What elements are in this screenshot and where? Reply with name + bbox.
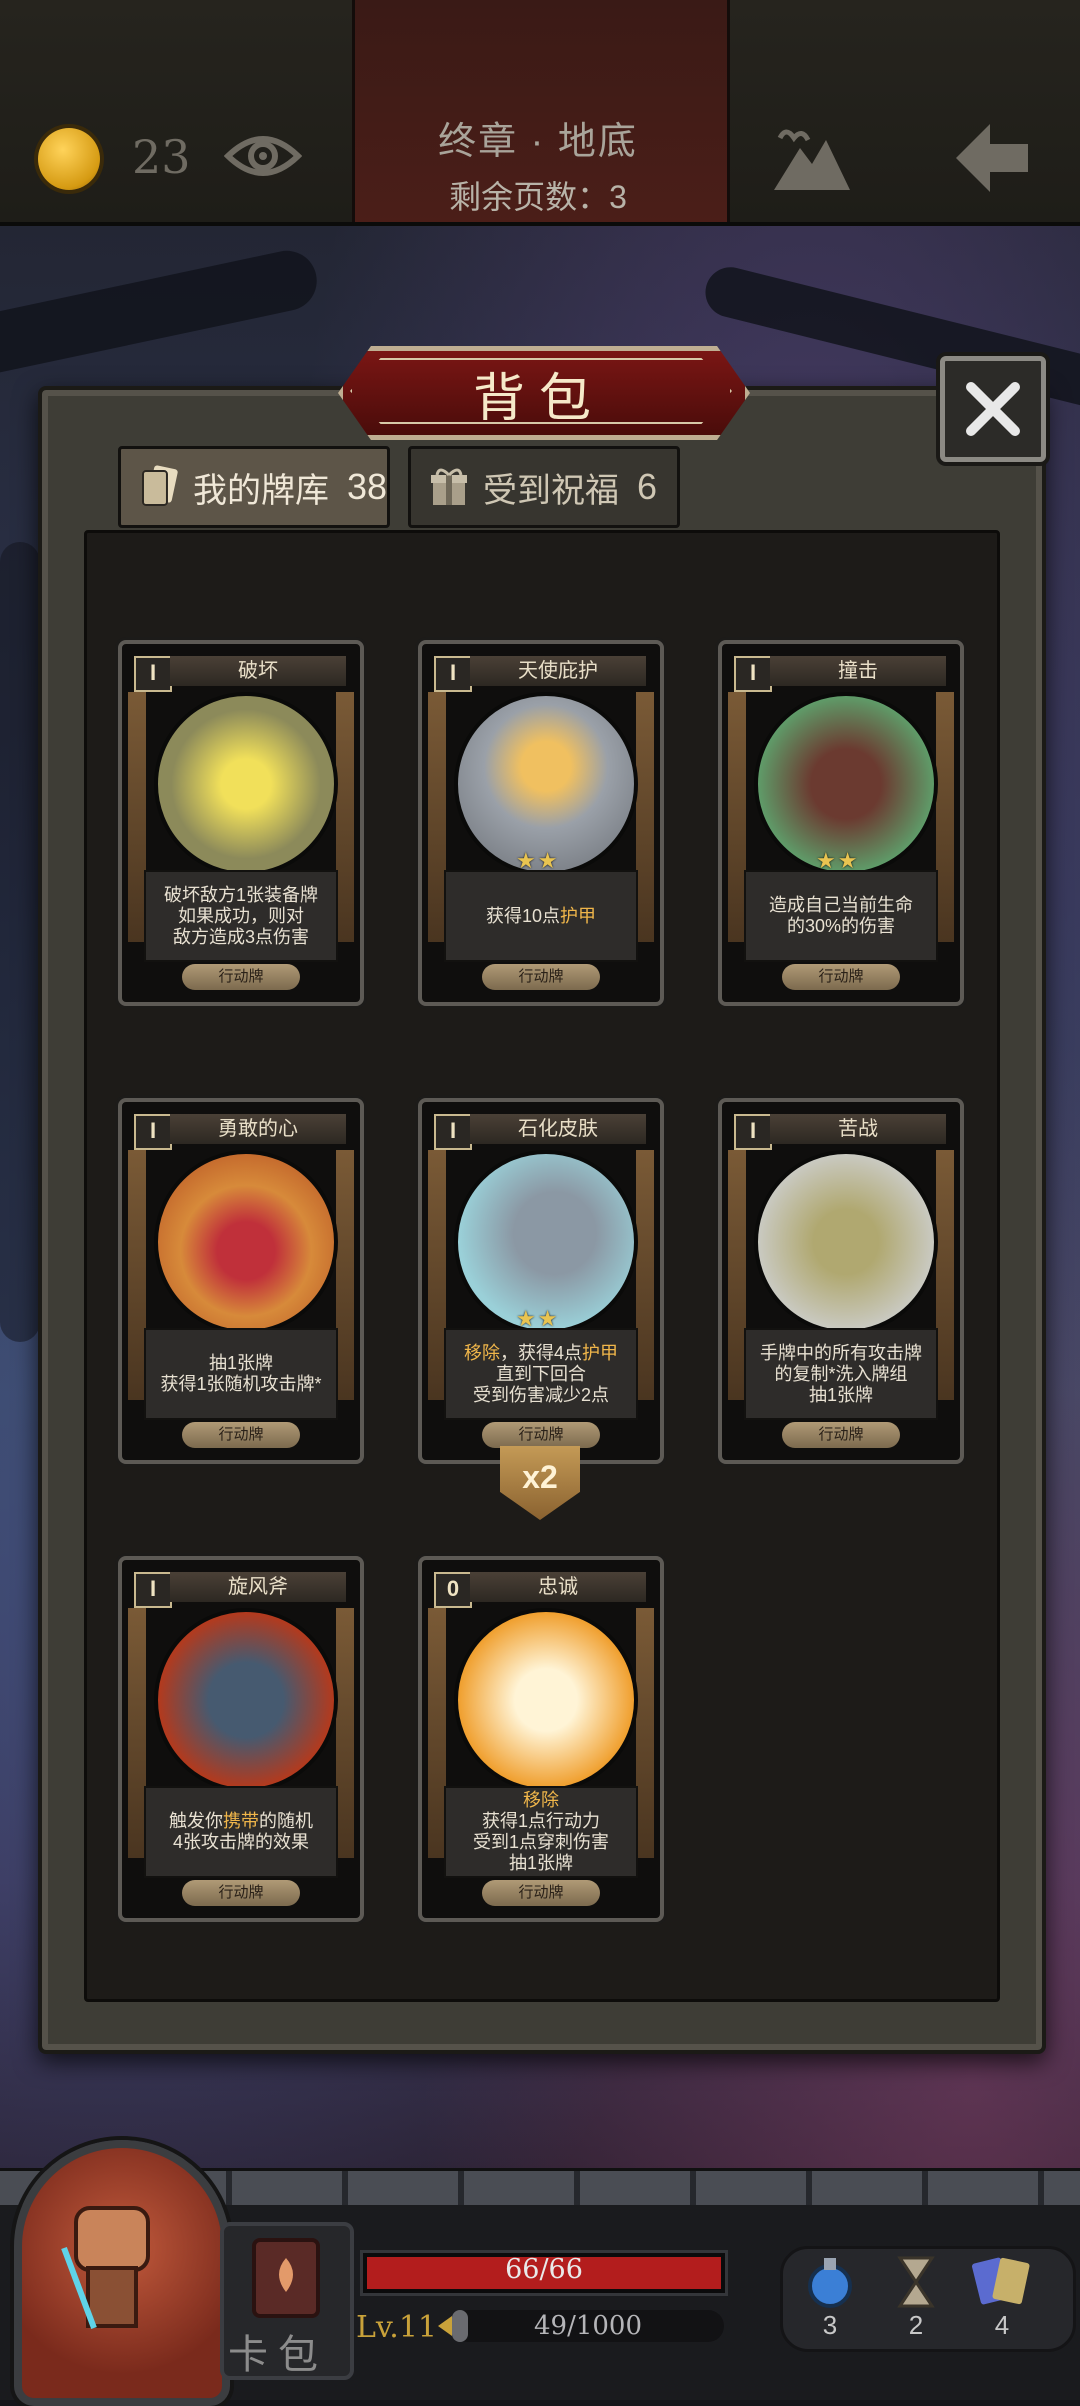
card-description-line: 造成自己当前生命 xyxy=(769,895,913,915)
card[interactable]: I 旋风斧 触发你携带的随机 4张攻击牌的效果 行动牌 xyxy=(118,1556,364,1922)
resource-count-cards: 4 xyxy=(994,2310,1010,2340)
resource-count-hourglass: 2 xyxy=(908,2310,924,2340)
pages-left: 剩余页数：3 xyxy=(449,179,627,215)
card-type: 行动牌 xyxy=(782,1422,900,1448)
gift-icon xyxy=(431,468,467,505)
card-art xyxy=(154,1608,338,1792)
tab-blessings-label: 受到祝福 xyxy=(483,471,619,510)
card-description-line: 抽1张牌 xyxy=(508,1853,573,1873)
card-cost: I xyxy=(134,656,172,692)
card-description-line: 抽1张牌 xyxy=(808,1384,873,1405)
card-description-line: 破坏敌方1张装备牌 xyxy=(163,884,318,905)
card-description: 获得10点护甲 xyxy=(444,870,638,962)
card-type: 行动牌 xyxy=(482,1422,600,1448)
card-description-line: 敌方造成3点伤害 xyxy=(172,926,309,947)
card-description: 移除 获得1点行动力 受到1点穿刺伤害 抽1张牌 xyxy=(444,1786,638,1878)
player-level: Lv.11 xyxy=(356,2310,438,2345)
card-description-line: 触发你携带的随机 xyxy=(169,1811,313,1831)
card-description-line: 受到伤害减少2点 xyxy=(472,1384,609,1405)
card-cost: I xyxy=(734,1114,772,1150)
card-cost: I xyxy=(434,1114,472,1150)
modal-title: 背包 xyxy=(472,370,605,428)
close-icon xyxy=(966,382,1020,436)
card-description-line: 手牌中的所有攻击牌 xyxy=(760,1342,922,1363)
card-type: 行动牌 xyxy=(182,1422,300,1448)
card-name: 忠诚 xyxy=(470,1572,646,1602)
card[interactable]: I 撞击 ★★ 造成自己当前生命 的30%的伤害 行动牌 xyxy=(718,640,964,1006)
eye-icon[interactable] xyxy=(224,128,302,184)
potion-icon[interactable] xyxy=(800,2252,860,2312)
card-art xyxy=(154,692,338,876)
card-description-line: 抽1张牌 xyxy=(208,1353,273,1373)
back-arrow-icon[interactable] xyxy=(950,118,1034,198)
card-description: 抽1张牌 获得1张随机攻击牌* xyxy=(144,1328,338,1420)
tab-my-deck-label: 我的牌库 xyxy=(192,471,329,510)
coin-icon xyxy=(38,128,100,190)
hp-text: 66/66 xyxy=(505,2254,583,2285)
card-name: 苦战 xyxy=(770,1114,946,1144)
coin-count: 23 xyxy=(132,130,191,184)
map-icon[interactable] xyxy=(770,118,854,198)
card-type: 行动牌 xyxy=(182,964,300,990)
close-button[interactable] xyxy=(940,356,1046,462)
resource-count-potions: 3 xyxy=(822,2310,838,2340)
card-description: 触发你携带的随机 4张攻击牌的效果 xyxy=(144,1786,338,1878)
card-description: 移除，获得4点护甲 直到下回合 受到伤害减少2点 xyxy=(444,1328,638,1420)
card-type: 行动牌 xyxy=(782,964,900,990)
hourglass-icon[interactable] xyxy=(886,2252,946,2312)
chapter-title: 终章 · 地底 xyxy=(438,121,638,163)
card-cost: 0 xyxy=(434,1572,472,1608)
card[interactable]: I 石化皮肤 ★★ 移除，获得4点护甲 直到下回合 受到伤害减少2点 行动牌 xyxy=(418,1098,664,1464)
spellbook-icon xyxy=(252,2238,320,2318)
card-type: 行动牌 xyxy=(482,1880,600,1906)
card-description-line: 移除，获得4点护甲 xyxy=(463,1342,618,1363)
card-name: 撞击 xyxy=(770,656,946,686)
hero-portrait[interactable] xyxy=(14,2140,230,2406)
card-type: 行动牌 xyxy=(482,964,600,990)
xp-arrow-icon xyxy=(438,2316,452,2336)
tab-my-deck[interactable]: 我的牌库 38 xyxy=(118,446,390,528)
card[interactable]: I 破坏 破坏敌方1张装备牌 如果成功，则对 敌方造成3点伤害 行动牌 xyxy=(118,640,364,1006)
card-description-line: 移除 xyxy=(522,1790,559,1810)
cards-stack-icon[interactable] xyxy=(968,2252,1034,2312)
card-description: 破坏敌方1张装备牌 如果成功，则对 敌方造成3点伤害 xyxy=(144,870,338,962)
card-description-line: 获得1张随机攻击牌* xyxy=(160,1374,322,1394)
fist-icon xyxy=(61,2206,150,2330)
card-name: 破坏 xyxy=(170,656,346,686)
card-pack-label: 卡包 xyxy=(228,2333,328,2377)
card[interactable]: I 苦战 手牌中的所有攻击牌 的复制*洗入牌组 抽1张牌 行动牌 xyxy=(718,1098,964,1464)
card-art xyxy=(154,1150,338,1334)
card-description: 造成自己当前生命 的30%的伤害 xyxy=(744,870,938,962)
card-name: 旋风斧 xyxy=(170,1572,346,1602)
card[interactable]: 0 忠诚 移除 获得1点行动力 受到1点穿刺伤害 抽1张牌 行动牌 xyxy=(418,1556,664,1922)
card-art xyxy=(754,1150,938,1334)
card-description-line: 如果成功，则对 xyxy=(177,905,304,926)
tab-my-deck-count: 38 xyxy=(346,466,387,507)
card-description-line: 的30%的伤害 xyxy=(786,916,896,936)
card-description-line: 受到1点穿刺伤害 xyxy=(472,1832,609,1852)
card-art xyxy=(454,1608,638,1792)
card[interactable]: I 天使庇护 ★★ 获得10点护甲 行动牌 xyxy=(418,640,664,1006)
card-description-line: 4张攻击牌的效果 xyxy=(172,1832,309,1852)
card-name: 石化皮肤 xyxy=(470,1114,646,1144)
card-description-line: 的复制*洗入牌组 xyxy=(774,1363,908,1384)
card-cost: I xyxy=(434,656,472,692)
card-type: 行动牌 xyxy=(182,1880,300,1906)
card-name: 天使庇护 xyxy=(470,656,646,686)
card-description: 手牌中的所有攻击牌 的复制*洗入牌组 抽1张牌 xyxy=(744,1328,938,1420)
xp-text: 49/1000 xyxy=(533,2311,642,2341)
card-description-line: 获得1点行动力 xyxy=(481,1811,600,1831)
card-description-line: 直到下回合 xyxy=(495,1363,586,1384)
cards-icon xyxy=(141,465,178,506)
tab-blessings[interactable]: 受到祝福 6 xyxy=(408,446,680,528)
card[interactable]: I 勇敢的心 抽1张牌 获得1张随机攻击牌* 行动牌 xyxy=(118,1098,364,1464)
card-description-line: 获得10点护甲 xyxy=(485,905,597,926)
card-cost: I xyxy=(134,1114,172,1150)
card-name: 勇敢的心 xyxy=(170,1114,346,1144)
card-cost: I xyxy=(734,656,772,692)
tab-blessings-count: 6 xyxy=(637,466,658,507)
card-cost: I xyxy=(134,1572,172,1608)
